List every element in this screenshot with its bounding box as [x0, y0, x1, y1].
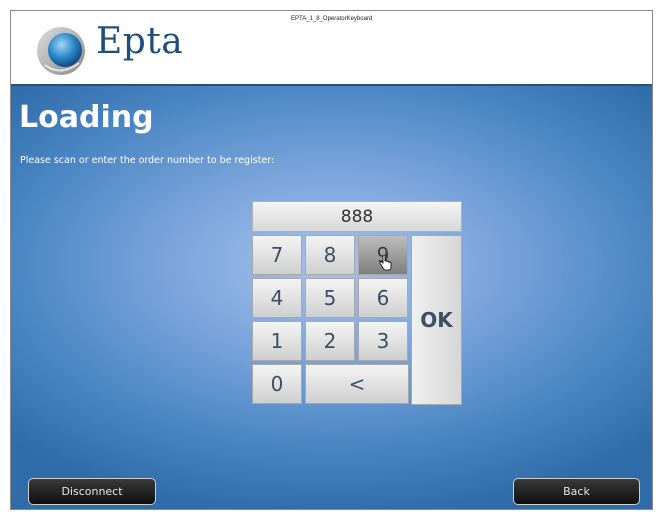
backspace-key[interactable]: <	[305, 364, 409, 404]
key-2[interactable]: 2	[305, 321, 355, 361]
key-7[interactable]: 7	[252, 235, 302, 275]
hand-pointer-icon	[379, 255, 392, 271]
key-4[interactable]: 4	[252, 278, 302, 318]
key-0[interactable]: 0	[252, 364, 302, 404]
brand-name: Epta	[96, 21, 184, 62]
app-window: Epta EPTA_1_8_OperatorKeyboard Loading P…	[10, 10, 653, 510]
order-number-display[interactable]: 888	[252, 201, 462, 232]
key-5[interactable]: 5	[305, 278, 355, 318]
key-1[interactable]: 1	[252, 321, 302, 361]
disconnect-button[interactable]: Disconnect	[28, 478, 156, 505]
ok-button[interactable]: OK	[411, 235, 462, 405]
back-button[interactable]: Back	[513, 478, 640, 505]
epta-logo-icon	[37, 27, 85, 75]
key-3[interactable]: 3	[358, 321, 408, 361]
main-panel: Loading Please scan or enter the order n…	[11, 86, 652, 509]
screen-identifier: EPTA_1_8_OperatorKeyboard	[291, 16, 373, 22]
key-6[interactable]: 6	[358, 278, 408, 318]
instruction-text: Please scan or enter the order number to…	[20, 155, 275, 166]
key-8[interactable]: 8	[305, 235, 355, 275]
header-bar: Epta EPTA_1_8_OperatorKeyboard	[11, 11, 652, 86]
page-title: Loading	[19, 100, 154, 135]
